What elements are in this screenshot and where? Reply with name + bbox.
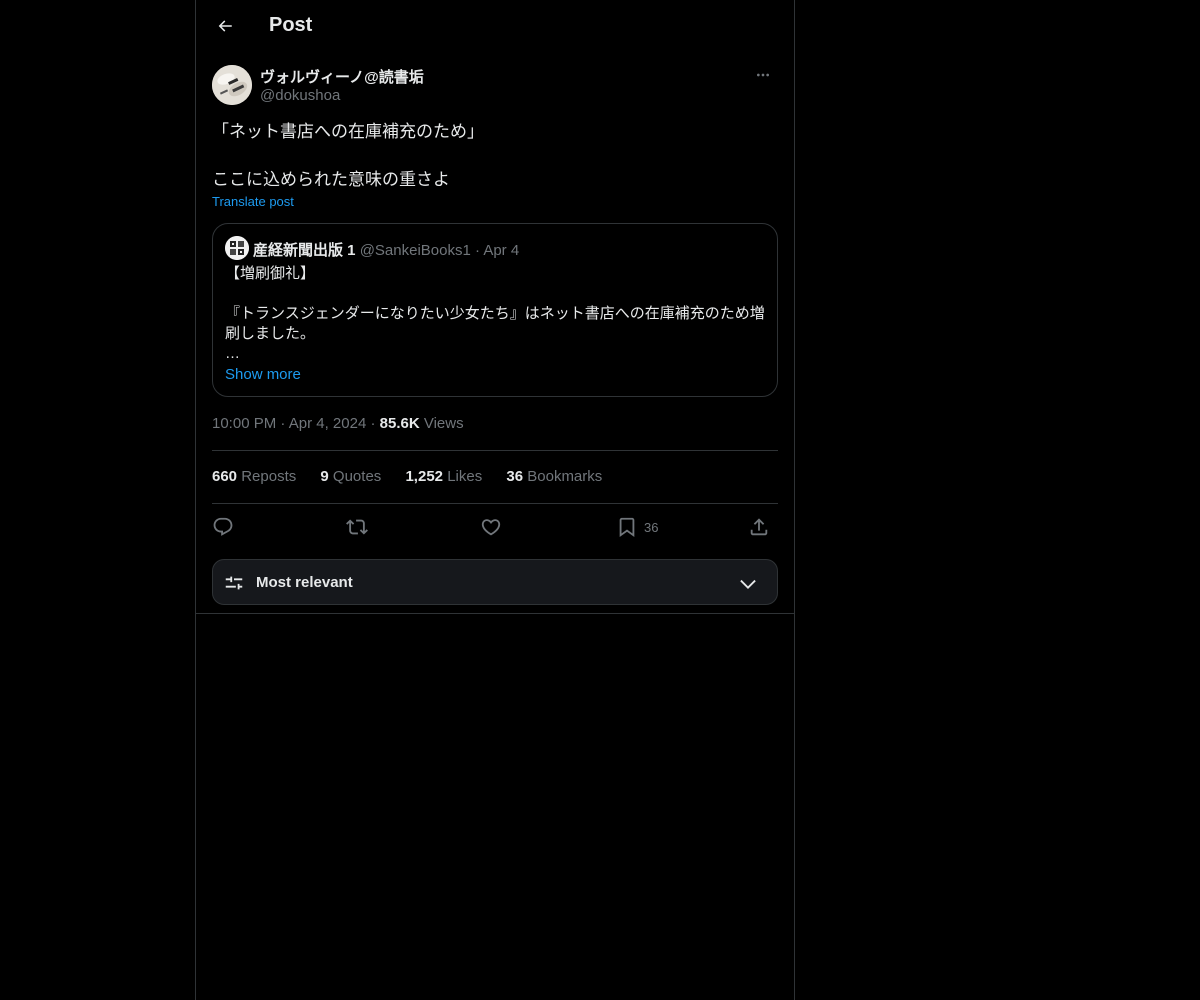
quotes-label: Quotes [332, 468, 382, 485]
post-text: 「ネット書店への在庫補充のため」 ここに込められた意味の重さよ [212, 120, 778, 192]
arrow-left-icon [218, 20, 232, 32]
quote-avatar [225, 236, 249, 260]
repost-button[interactable] [346, 508, 368, 546]
quoted-post[interactable]: 産経新聞出版 1 @SankeiBooks1 · Apr 4 【増刷御礼】 『ト… [212, 223, 778, 397]
bookmark-button[interactable]: 36 [616, 508, 658, 546]
bookmarks-label: Bookmarks [527, 468, 603, 485]
views-label: Views [423, 415, 464, 432]
bookmark-icon [619, 517, 635, 538]
reposts-stat[interactable]: 660 Reposts [212, 468, 296, 485]
quote-author-name: 産経新聞出版 1 [253, 242, 356, 259]
share-icon [750, 518, 768, 536]
post-text-line: 「ネット書店への在庫補充のため」 [212, 122, 484, 141]
views-count: 85.6K [379, 415, 420, 432]
quote-separator: · [474, 242, 480, 259]
bookmarks-stat[interactable]: 36 Bookmarks [506, 468, 602, 485]
primary-column: Post ヴォルヴィーノ@読書垢 @dokushoa 「ネット書店への在庫補充の… [195, 0, 795, 1000]
reposts-count: 660 [212, 468, 238, 485]
author-avatar[interactable] [212, 65, 252, 105]
post-time[interactable]: 10:00 PM [212, 415, 276, 432]
quote-date: Apr 4 [483, 242, 520, 259]
quotes-count: 9 [320, 468, 329, 485]
post-meta: 10:00 PM · Apr 4, 2024 · 85.6K Views [212, 415, 464, 432]
heart-icon [481, 519, 501, 536]
post-stats: 660 Reposts 9 Quotes 1,252 Likes 36 Book… [212, 468, 622, 485]
quote-avatar-image [225, 236, 249, 260]
quote-text-blank [225, 284, 770, 304]
divider [212, 450, 778, 451]
like-button[interactable] [480, 508, 502, 546]
post-text-blank [212, 144, 778, 168]
meta-separator: · [280, 415, 286, 432]
repost-icon [346, 519, 368, 535]
divider [212, 503, 778, 504]
divider [196, 613, 794, 614]
page-header: Post [196, 0, 794, 53]
chevron-down-icon [740, 579, 756, 589]
quote-author-handle: @SankeiBooks1 [359, 242, 471, 259]
bookmark-count: 36 [644, 519, 659, 535]
quote-text: 【増刷御礼】 『トランスジェンダーになりたい少女たち』はネット書店への在庫補充の… [225, 264, 770, 385]
translate-post-link[interactable]: Translate post [212, 194, 294, 209]
likes-count: 1,252 [405, 468, 444, 485]
post-author: ヴォルヴィーノ@読書垢 @dokushoa [212, 64, 778, 106]
quote-header: 産経新聞出版 1 @SankeiBooks1 · Apr 4 [253, 239, 519, 260]
reply-icon [213, 517, 233, 536]
bookmarks-count: 36 [506, 468, 524, 485]
show-more-link[interactable]: Show more [225, 365, 770, 385]
post-text-line: ここに込められた意味の重さよ [212, 170, 450, 189]
author-handle[interactable]: @dokushoa [260, 87, 340, 104]
action-bar: 36 [212, 508, 778, 546]
quote-text-line: 『トランスジェンダーになりたい少女たち』はネット書店への在庫補充のため増 [225, 305, 765, 322]
quote-text-line: 刷しました。 [225, 325, 316, 342]
sliders-icon [225, 576, 243, 590]
more-options-button[interactable] [748, 64, 778, 86]
quote-text-line: 【増刷御礼】 [225, 265, 316, 282]
likes-stat[interactable]: 1,252 Likes [405, 468, 482, 485]
avatar-image [212, 65, 252, 105]
sort-label: Most relevant [256, 574, 353, 591]
meta-separator: · [370, 415, 376, 432]
author-name[interactable]: ヴォルヴィーノ@読書垢 [260, 66, 424, 87]
reposts-label: Reposts [241, 468, 297, 485]
quote-text-line: … [225, 345, 240, 362]
sort-replies-dropdown[interactable]: Most relevant [212, 559, 778, 605]
back-button[interactable] [208, 9, 242, 43]
page-title: Post [269, 14, 313, 36]
quotes-stat[interactable]: 9 Quotes [320, 468, 381, 485]
likes-label: Likes [447, 468, 483, 485]
reply-button[interactable] [212, 508, 234, 546]
more-icon [757, 73, 769, 77]
post-date[interactable]: Apr 4, 2024 [289, 415, 367, 432]
share-button[interactable] [748, 508, 770, 546]
